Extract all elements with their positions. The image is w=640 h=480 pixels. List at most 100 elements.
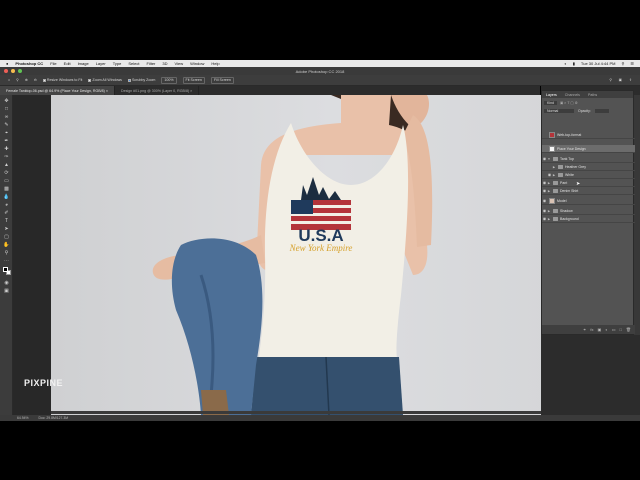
marquee-tool-icon[interactable]: □ [3,105,10,112]
history-brush-tool-icon[interactable]: ⟳ [3,169,10,176]
status-zoom[interactable]: 64.94% [17,416,29,420]
type-tool-icon[interactable]: T [3,217,10,224]
folder-icon [558,172,563,177]
more-tools-icon[interactable]: ⋯ [3,257,10,264]
layer-row-denim-shirt[interactable]: ◉ ▶ Denim Shirt [542,187,635,195]
layers-panel-tabs: Layers Channels Paths [542,91,633,98]
eraser-tool-icon[interactable]: ▭ [3,177,10,184]
zoom-all-windows-checkbox[interactable]: Zoom All Windows [88,78,122,82]
layer-row-tank-top[interactable]: ◉ ▼ Tank Top [542,155,635,163]
expand-arrow-icon[interactable]: ▶ [552,173,556,177]
workspace-icon[interactable]: ▣ [619,78,622,82]
layer-row-web-top-format[interactable]: Web-top-format [542,131,635,139]
quick-select-tool-icon[interactable]: ✎ [3,121,10,128]
expand-arrow-icon[interactable]: ▶ [547,189,551,193]
menu-filter[interactable]: Filter [147,61,156,66]
menu-3d[interactable]: 3D [162,61,167,66]
menu-help[interactable]: Help [211,61,219,66]
status-doc-size[interactable]: Doc: 29.8M/127.3M [39,416,69,420]
share-icon[interactable]: ⇧ [629,78,632,82]
zoom-out-icon[interactable]: ⊖ [34,78,37,82]
clone-stamp-tool-icon[interactable]: ▲ [3,161,10,168]
add-mask-icon[interactable]: ▣ [598,327,602,332]
healing-brush-tool-icon[interactable]: ✚ [3,145,10,152]
layer-row-heather-grey[interactable]: ▶ Heather Grey [542,163,635,171]
zoom-100-button[interactable]: 100% [161,76,177,84]
close-window-button[interactable] [4,69,8,73]
clock[interactable]: Tue 30 Jul 4:44 PM [581,61,616,66]
zoom-in-icon[interactable]: ⊕ [25,78,28,82]
menu-list-icon[interactable]: ☰ [630,61,634,66]
layer-row-pant[interactable]: ◉ ▶ Pant [542,179,635,187]
menu-type[interactable]: Type [113,61,122,66]
search-icon[interactable]: ⚲ [609,78,612,82]
fill-screen-button[interactable]: Fill Screen [210,76,234,84]
resize-windows-checkbox[interactable]: Resize Windows to Fit [42,78,82,82]
fit-screen-button[interactable]: Fit Screen [182,76,205,84]
dodge-tool-icon[interactable]: ◕ [3,201,10,208]
pen-tool-icon[interactable]: ✐ [3,209,10,216]
apple-menu-icon[interactable]: ● [6,61,8,66]
menu-image[interactable]: Image [78,61,89,66]
fx-icon[interactable]: fx [590,327,593,332]
document-canvas[interactable]: U.S.A New York Empire [51,95,541,415]
scrubby-zoom-checkbox[interactable]: Scrubby Zoom [127,78,155,82]
path-select-tool-icon[interactable]: ➤ [3,225,10,232]
wifi-icon[interactable]: ◐ [564,61,566,66]
minimize-window-button[interactable] [11,69,15,73]
filter-kind-select[interactable]: Kind [544,101,558,105]
eye-icon[interactable]: ◉ [542,198,547,203]
menu-view[interactable]: View [175,61,184,66]
filter-icons[interactable]: ▣ ◐ T ▢ ⚙ [560,101,578,105]
gradient-tool-icon[interactable]: ▩ [3,185,10,192]
canvas-scrollbar-horizontal[interactable] [51,411,541,414]
layer-row-model[interactable]: ◉ Model [542,197,635,205]
tab-paths[interactable]: Paths [584,93,601,97]
battery-icon[interactable]: ▮ [573,61,575,66]
expand-arrow-icon[interactable]: ▼ [547,157,551,161]
menu-select[interactable]: Select [128,61,139,66]
expand-arrow-icon[interactable]: ▶ [552,165,556,169]
zoom-tool-icon[interactable]: ⚲ [3,249,10,256]
foreground-color-swatch[interactable] [3,267,8,272]
delete-layer-icon[interactable]: 🗑 [626,327,631,332]
hand-tool-icon[interactable]: ✋ [3,241,10,248]
expand-arrow-icon[interactable]: ▶ [547,181,551,185]
blend-mode-select[interactable]: Normal [544,109,574,113]
layer-row-shadow[interactable]: ◉ ▶ Shadow [542,207,635,215]
zoom-tool-icon[interactable]: ⚲ [16,78,19,82]
search-icon[interactable]: ⚲ [621,61,624,66]
expand-arrow-icon[interactable]: ▶ [547,217,551,221]
rectangle-tool-icon[interactable]: ▢ [3,233,10,240]
menu-edit[interactable]: Edit [64,61,71,66]
tab-design-01[interactable]: Design #01.png @ 300% (Layer 0, RGB/8) × [115,86,200,95]
tab-female-tanktop[interactable]: Female Tanktop-06.psd @ 64.9% (Place You… [0,86,115,95]
menu-window[interactable]: Window [190,61,204,66]
layer-row-background[interactable]: ◉ ▶ Background [542,215,635,223]
link-layers-icon[interactable]: ⚭ [583,327,586,332]
opacity-input[interactable] [594,109,609,113]
crop-tool-icon[interactable]: ⌖ [3,129,10,136]
menu-file[interactable]: File [50,61,56,66]
eyedropper-tool-icon[interactable]: ✒ [3,137,10,144]
tab-layers[interactable]: Layers [542,93,561,97]
blur-tool-icon[interactable]: 💧 [3,193,10,200]
layer-row-white[interactable]: ◉ ▶ White [542,171,635,179]
new-layer-icon[interactable]: □ [620,327,622,332]
brush-tool-icon[interactable]: ✑ [3,153,10,160]
adjustment-layer-icon[interactable]: ◐ [605,327,607,332]
expand-arrow-icon[interactable]: ▶ [547,209,551,213]
menu-layer[interactable]: Layer [96,61,106,66]
quick-mask-icon[interactable]: ◉ [3,279,10,286]
maximize-window-button[interactable] [18,69,22,73]
canvas-area[interactable]: U.S.A New York Empire [13,95,541,415]
document-tabs: Female Tanktop-06.psd @ 64.9% (Place You… [0,86,540,95]
new-group-icon[interactable]: ▭ [612,327,616,332]
move-tool-icon[interactable]: ✥ [3,97,10,104]
screen-mode-icon[interactable]: ▣ [3,287,10,294]
home-icon[interactable]: ⌂ [8,78,10,82]
tab-channels[interactable]: Channels [561,93,584,97]
layer-row-place-your-design[interactable]: Place Your Design [542,145,635,153]
lasso-tool-icon[interactable]: ∞ [3,113,10,120]
app-menu[interactable]: Photoshop CC [15,61,43,66]
